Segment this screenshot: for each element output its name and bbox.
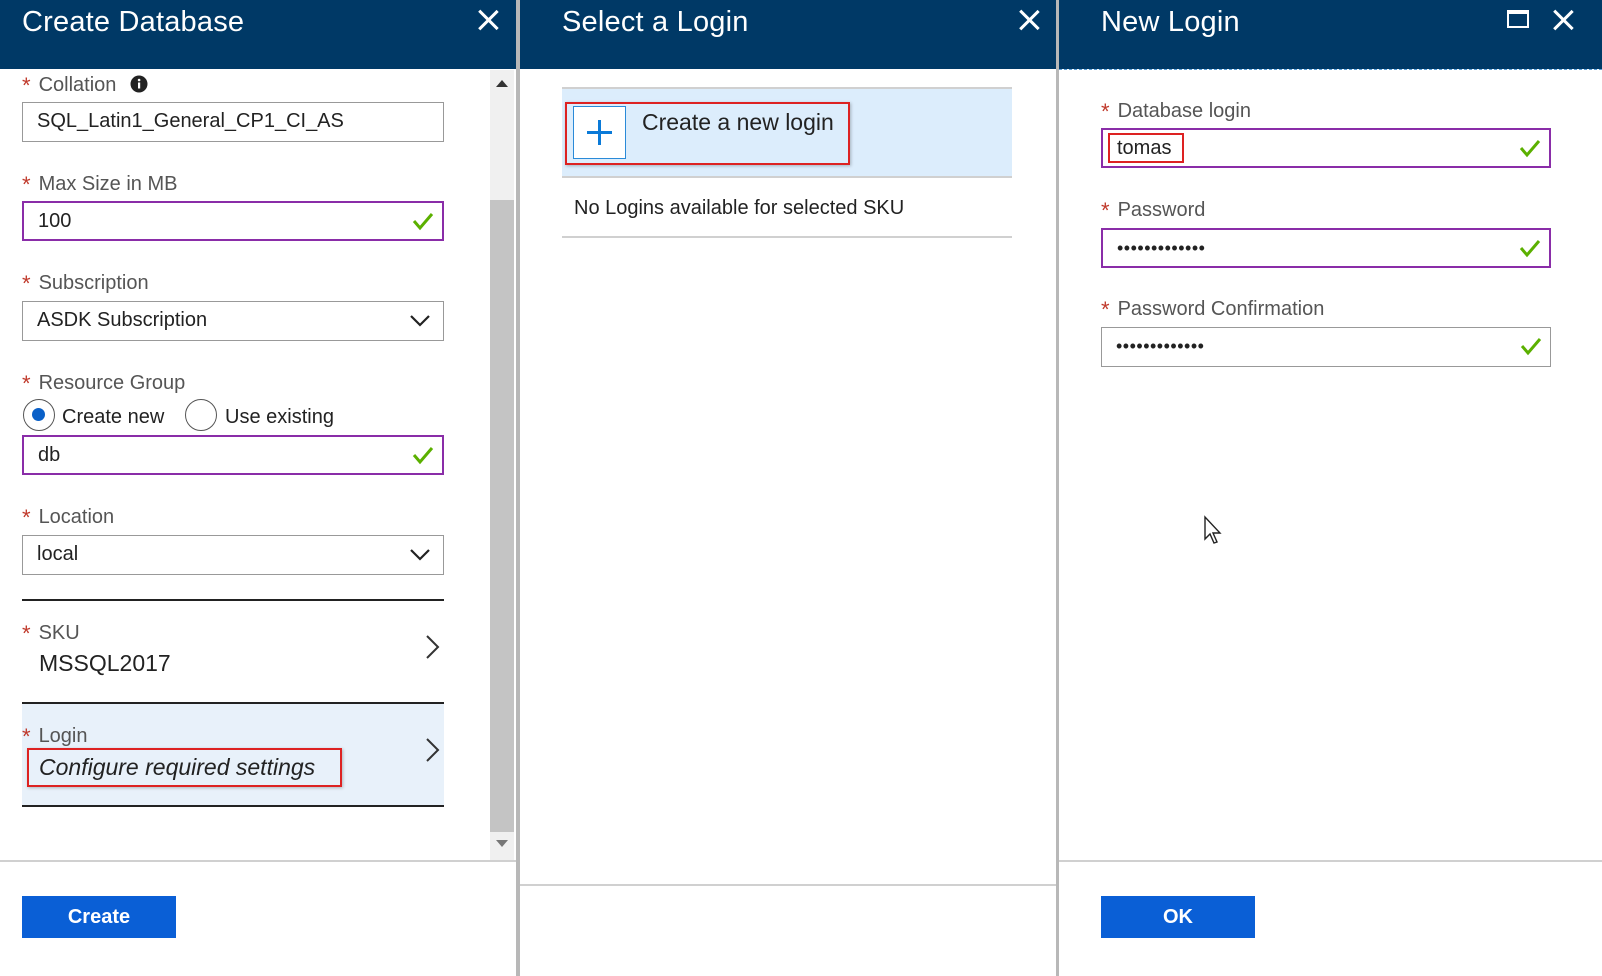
footer-divider — [1059, 860, 1602, 862]
required-icon: * — [22, 271, 31, 296]
close-icon[interactable] — [1015, 4, 1043, 34]
chevron-right-icon — [426, 738, 440, 762]
create-new-login-item[interactable]: Create a new login — [562, 89, 1012, 176]
resource-group-input[interactable]: db — [22, 435, 444, 475]
required-icon: * — [22, 371, 31, 396]
resource-group-value: db — [38, 444, 61, 466]
chevron-right-icon — [426, 635, 440, 659]
use-existing-label: Use existing — [225, 406, 334, 428]
highlight-box — [565, 102, 850, 165]
chevron-down-icon — [410, 315, 430, 327]
sku-selector[interactable]: * SKU MSSQL2017 — [22, 601, 444, 702]
info-icon[interactable] — [130, 75, 148, 93]
subscription-select[interactable]: ASDK Subscription — [22, 301, 444, 341]
max-size-label: * Max Size in MB — [22, 172, 178, 197]
blade-header: New Login — [1059, 0, 1602, 69]
use-existing-radio[interactable] — [185, 399, 217, 431]
empty-message: No Logins available for selected SKU — [574, 197, 905, 219]
new-login-blade: New Login * Database login tomas * Passwor… — [1059, 0, 1602, 976]
divider — [22, 805, 444, 807]
password-value: ••••••••••••• — [1117, 238, 1206, 258]
divider — [562, 236, 1012, 238]
checkmark-icon — [1520, 338, 1542, 356]
create-database-blade: Create Database * Collation SQL_Latin1_Ge… — [0, 0, 516, 976]
mouse-cursor-icon — [1204, 515, 1222, 544]
location-select[interactable]: local — [22, 535, 444, 575]
password-input[interactable]: ••••••••••••• — [1101, 228, 1551, 268]
scrollbar-thumb[interactable] — [490, 200, 514, 832]
collation-value: SQL_Latin1_General_CP1_CI_AS — [37, 110, 344, 132]
location-label: * Location — [22, 505, 115, 530]
create-button[interactable]: Create — [22, 896, 176, 938]
maximize-icon[interactable] — [1507, 10, 1529, 28]
max-size-input[interactable]: 100 — [22, 201, 444, 241]
required-icon: * — [1101, 99, 1110, 124]
close-icon[interactable] — [1549, 4, 1577, 34]
focus-outline — [1059, 69, 1602, 70]
footer-divider — [520, 884, 1056, 886]
divider — [562, 176, 1012, 178]
database-login-input[interactable]: tomas — [1101, 128, 1551, 168]
create-new-radio[interactable] — [23, 399, 55, 431]
login-label: * Login — [22, 724, 88, 749]
chevron-down-icon — [410, 549, 430, 561]
ok-button[interactable]: OK — [1101, 896, 1255, 938]
collation-input[interactable]: SQL_Latin1_General_CP1_CI_AS — [22, 102, 444, 142]
database-login-label: * Database login — [1101, 99, 1251, 124]
sku-label: * SKU — [22, 621, 80, 646]
required-icon: * — [22, 724, 31, 749]
location-value: local — [37, 543, 79, 565]
scroll-up-arrow-icon[interactable] — [496, 80, 508, 87]
required-icon: * — [22, 505, 31, 530]
checkmark-icon — [412, 447, 434, 465]
required-icon: * — [1101, 297, 1110, 322]
login-selector[interactable]: * Login Configure required settings — [22, 704, 444, 805]
password-confirmation-value: ••••••••••••• — [1116, 336, 1205, 356]
blade-header: Create Database — [0, 0, 516, 69]
blade-header: Select a Login — [520, 0, 1056, 69]
subscription-label: * Subscription — [22, 271, 149, 296]
required-icon: * — [22, 621, 31, 646]
required-icon: * — [22, 73, 31, 98]
password-confirmation-label: * Password Confirmation — [1101, 297, 1325, 322]
resource-group-label: * Resource Group — [22, 371, 186, 396]
checkmark-icon — [1519, 140, 1541, 158]
footer-divider — [0, 860, 516, 862]
highlight-box — [27, 748, 342, 787]
blade-title: Select a Login — [562, 6, 749, 38]
subscription-value: ASDK Subscription — [37, 309, 208, 331]
required-icon: * — [1101, 198, 1110, 223]
required-icon: * — [22, 172, 31, 197]
checkmark-icon — [1519, 240, 1541, 258]
sku-value: MSSQL2017 — [39, 650, 171, 676]
password-label: * Password — [1101, 198, 1206, 223]
collation-label: * Collation — [22, 72, 148, 98]
checkmark-icon — [412, 213, 434, 231]
max-size-value: 100 — [38, 210, 72, 232]
blade-title: New Login — [1101, 6, 1240, 38]
close-icon[interactable] — [474, 4, 502, 34]
scroll-down-arrow-icon[interactable] — [496, 840, 508, 847]
blade-title: Create Database — [22, 6, 245, 38]
password-confirmation-input[interactable]: ••••••••••••• — [1101, 327, 1551, 367]
highlight-box — [1108, 133, 1184, 163]
select-login-blade: Select a Login Create a new login No Log… — [520, 0, 1056, 976]
create-new-label: Create new — [62, 406, 165, 428]
